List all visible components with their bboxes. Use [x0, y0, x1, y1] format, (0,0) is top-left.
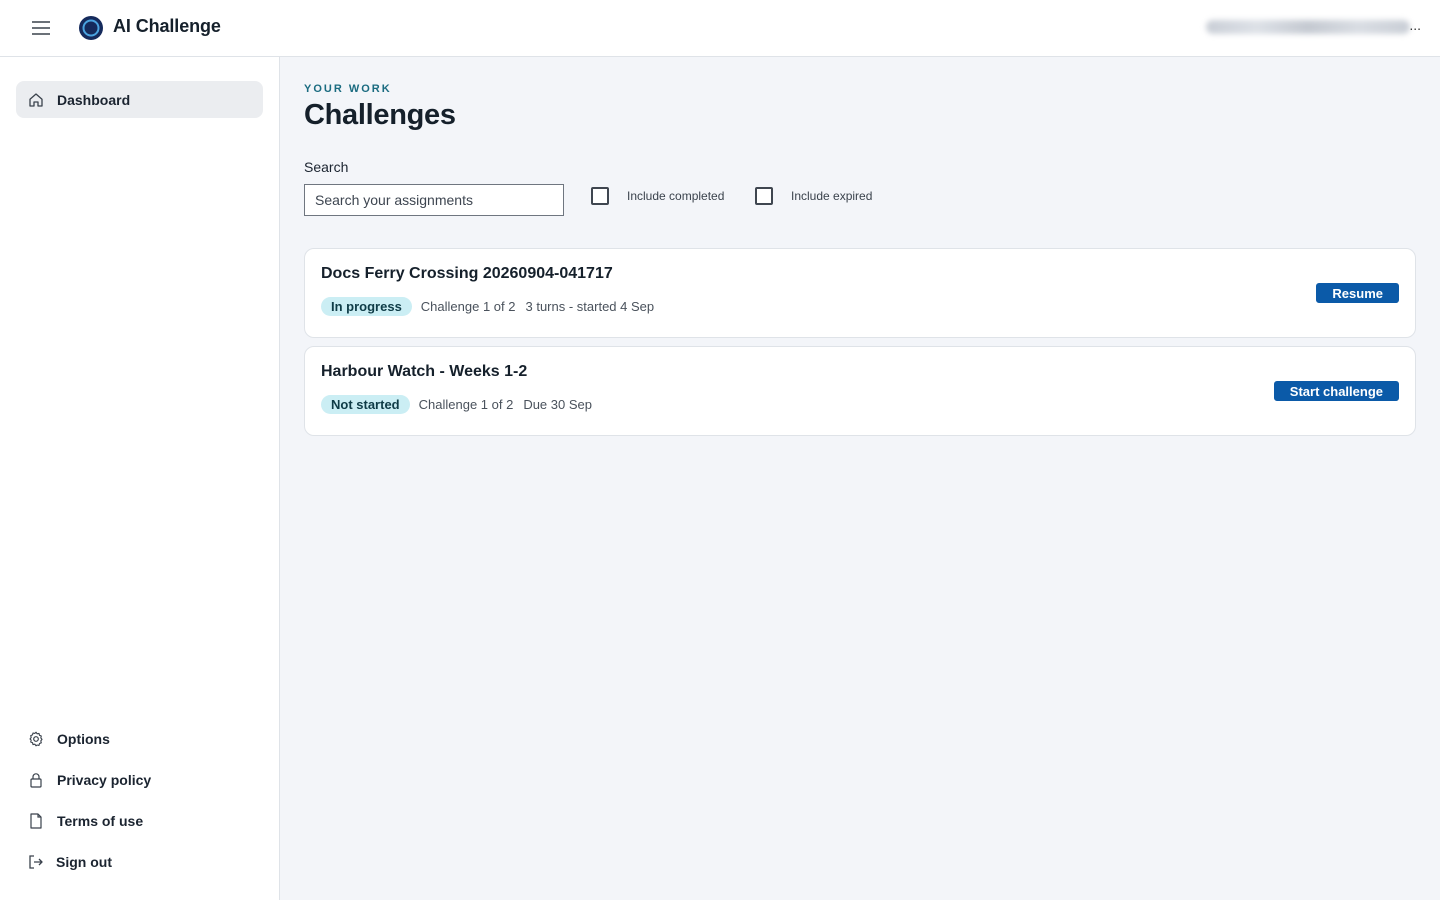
sidebar-item-label: Privacy policy — [57, 771, 152, 788]
resume-button[interactable]: Resume — [1316, 283, 1399, 303]
challenge-meta: In progress Challenge 1 of 2 3 turns - s… — [321, 297, 654, 316]
sign-out-icon — [28, 854, 44, 870]
status-badge: Not started — [321, 395, 410, 414]
app-logo[interactable] — [78, 15, 104, 41]
gear-icon — [28, 731, 44, 747]
include-expired-filter[interactable]: Include expired — [755, 187, 872, 205]
challenge-meta: Not started Challenge 1 of 2 Due 30 Sep — [321, 395, 592, 414]
challenge-progress: Challenge 1 of 2 — [420, 299, 516, 314]
app-title: AI Challenge — [113, 16, 221, 36]
include-completed-filter[interactable]: Include completed — [591, 187, 724, 205]
sidebar-item-options[interactable]: Options — [28, 718, 151, 759]
challenge-title: Docs Ferry Crossing 20260904-041717 — [321, 265, 613, 282]
sidebar-item-dashboard[interactable]: Dashboard — [16, 81, 263, 118]
search-label: Search — [304, 159, 349, 175]
sidebar-bottom-nav: Options Privacy policy Terms of use Sign… — [28, 718, 151, 882]
challenge-detail: Due 30 Sep — [523, 397, 592, 412]
hamburger-menu-icon[interactable] — [24, 14, 58, 42]
sidebar-item-label: Sign out — [56, 853, 112, 870]
search-input[interactable] — [304, 184, 564, 216]
home-icon — [28, 92, 44, 108]
include-completed-label: Include completed — [627, 189, 725, 203]
sidebar: Dashboard Options Privacy policy Terms o… — [0, 57, 280, 900]
page-eyebrow: YOUR WORK — [304, 83, 392, 95]
sidebar-item-terms-of-use[interactable]: Terms of use — [28, 800, 151, 841]
include-expired-checkbox[interactable] — [755, 187, 773, 205]
page-title: Challenges — [304, 99, 456, 131]
top-bar: AI Challenge ... — [0, 0, 1440, 57]
document-icon — [28, 812, 44, 829]
user-name-redacted[interactable] — [1206, 20, 1410, 34]
start-challenge-button[interactable]: Start challenge — [1273, 381, 1399, 401]
sidebar-item-sign-out[interactable]: Sign out — [28, 841, 151, 882]
include-expired-label: Include expired — [791, 189, 873, 203]
challenge-detail: 3 turns - started 4 Sep — [525, 299, 655, 314]
sidebar-item-label: Dashboard — [57, 91, 131, 108]
sidebar-item-label: Terms of use — [57, 812, 144, 829]
challenge-title: Harbour Watch - Weeks 1-2 — [321, 363, 528, 380]
lock-icon — [28, 772, 44, 788]
challenge-card: Docs Ferry Crossing 20260904-041717 In p… — [304, 248, 1416, 338]
sidebar-item-label: Options — [57, 730, 110, 747]
status-badge: In progress — [321, 297, 412, 316]
user-name-ellipsis: ... — [1409, 17, 1421, 33]
sidebar-item-privacy-policy[interactable]: Privacy policy — [28, 759, 151, 800]
include-completed-checkbox[interactable] — [591, 187, 609, 205]
challenge-card: Harbour Watch - Weeks 1-2 Not started Ch… — [304, 346, 1416, 436]
challenge-progress: Challenge 1 of 2 — [418, 397, 514, 412]
